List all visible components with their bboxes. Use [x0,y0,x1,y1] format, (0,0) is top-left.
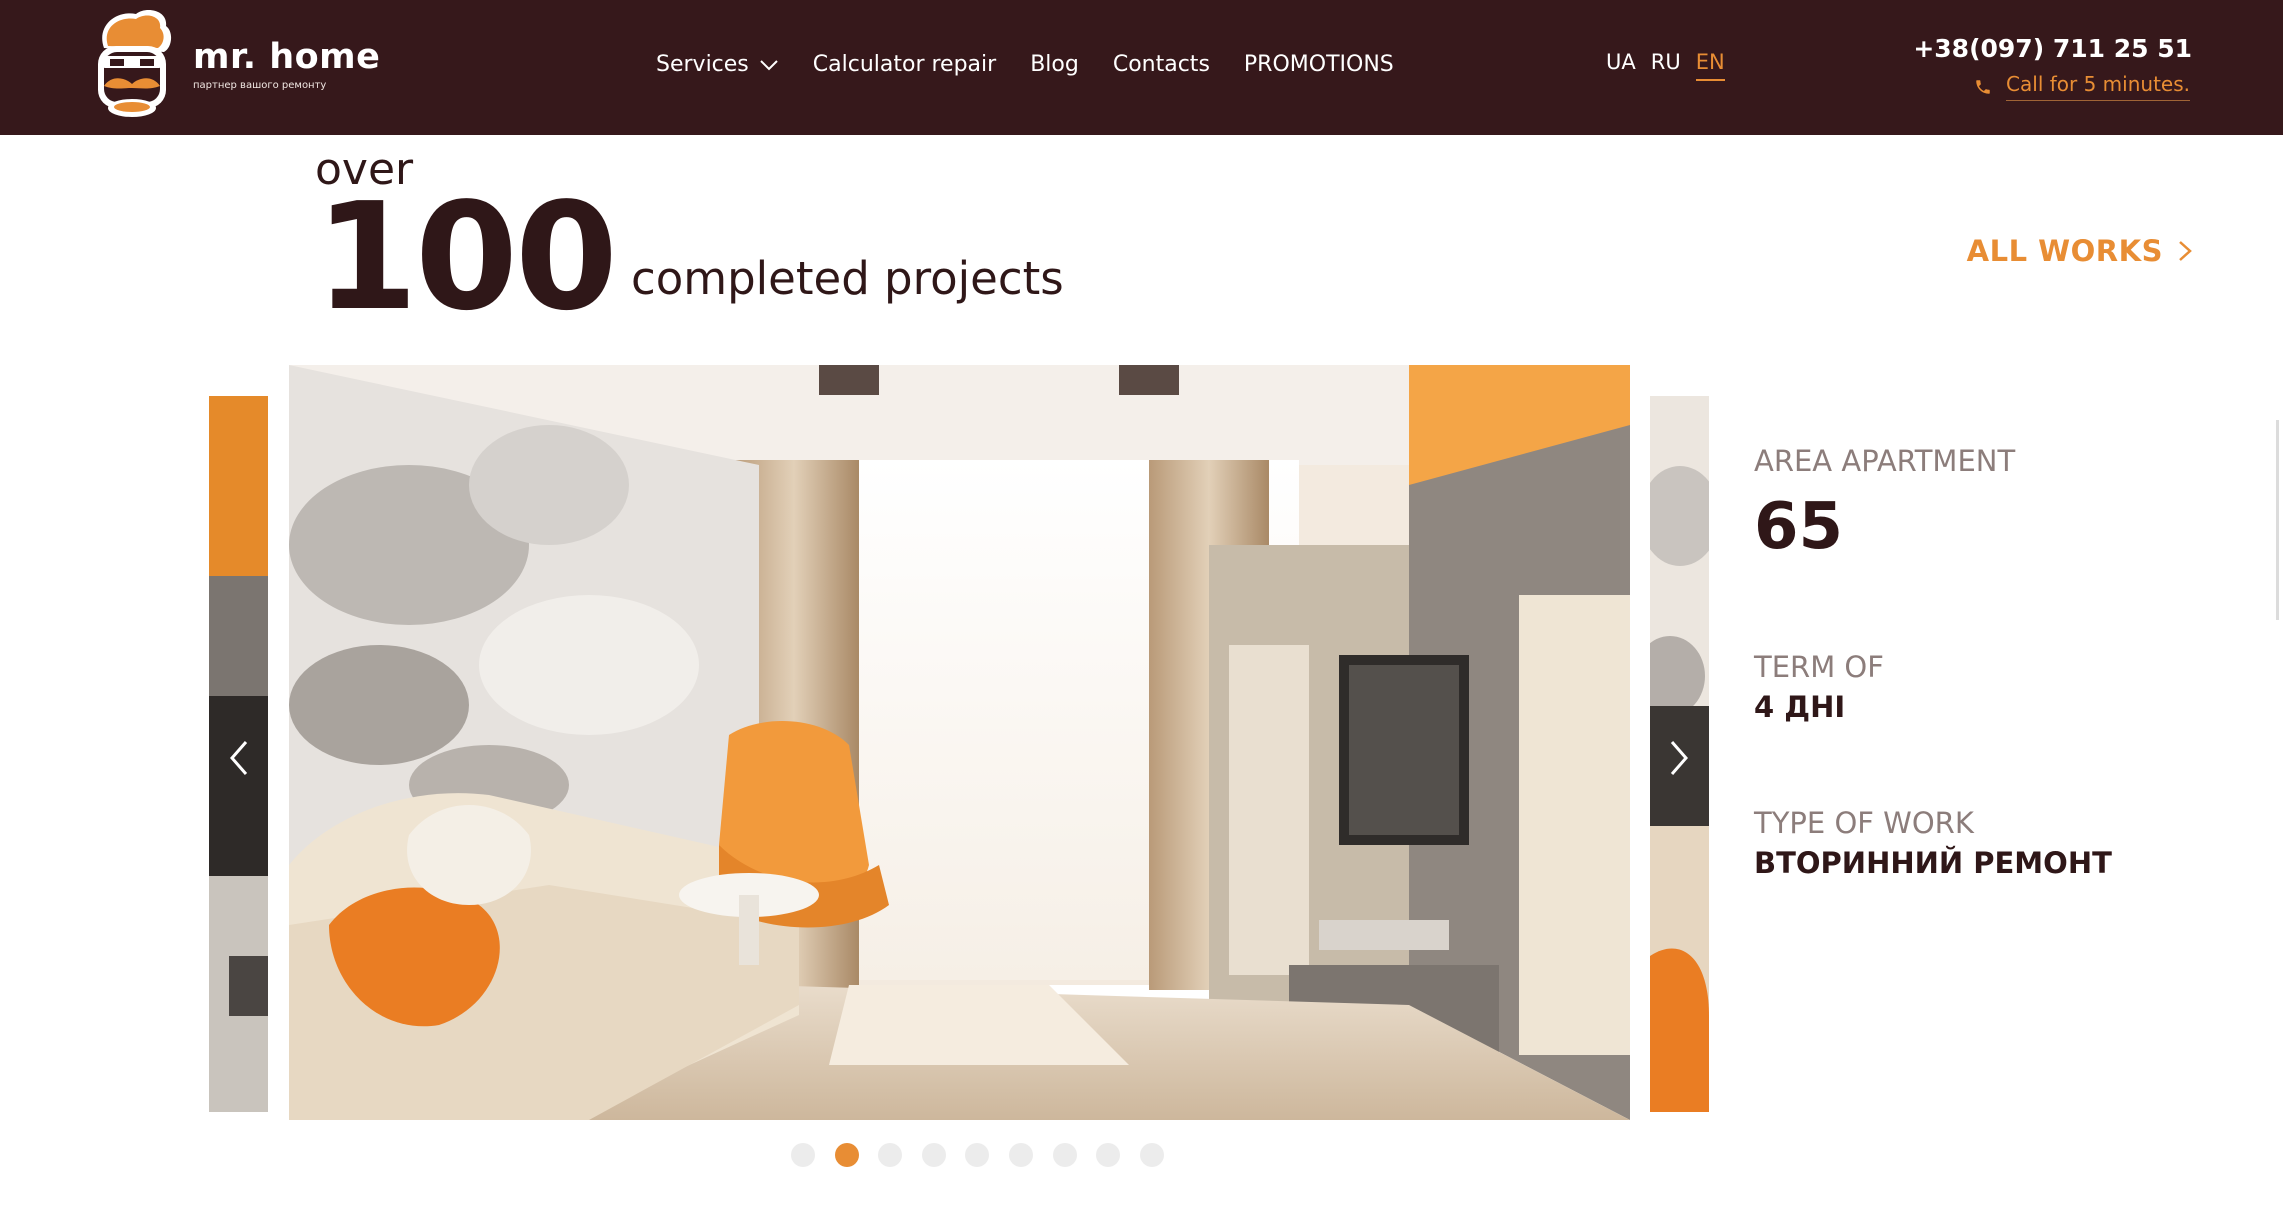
slider-dot[interactable] [791,1143,815,1167]
current-slide[interactable] [289,365,1630,1120]
nav-services[interactable]: Services [656,52,779,77]
chevron-left-icon[interactable] [228,738,250,778]
slider-dot[interactable] [1052,1143,1077,1167]
callback-label: Call for 5 minutes. [2006,72,2190,101]
slider-dot[interactable] [921,1143,946,1167]
brand-name: mr. home [193,37,381,77]
nav-calculator-repair[interactable]: Calculator repair [813,52,996,77]
phone-number[interactable]: +38(097) 711 25 51 [1913,34,2192,63]
chevron-right-icon[interactable] [1668,738,1690,778]
slider-dot[interactable] [965,1143,990,1167]
slider-dot[interactable] [1096,1143,1121,1167]
lang-en[interactable]: EN [1695,50,1725,81]
site-header: mr. home партнер вашого ремонту Services… [0,0,2283,135]
nav-promotions[interactable]: PROMOTIONS [1244,52,1394,77]
nav-blog[interactable]: Blog [1030,52,1079,77]
hero-subtitle: completed projects [631,252,1064,305]
slider-dot[interactable] [834,1143,859,1167]
term-label: TERM OF [1754,650,1884,684]
lang-ua[interactable]: UA [1606,50,1636,81]
projects-count: 100 [315,171,618,343]
term-value: 4 ДНІ [1754,690,1846,724]
phone-icon [1976,79,1990,94]
chevron-down-icon [760,59,778,70]
work-type-label: TYPE OF WORK [1754,806,1974,840]
page-scrollbar[interactable] [2276,420,2279,620]
area-value: 65 [1754,490,1844,564]
slider-dot[interactable] [878,1143,903,1167]
logo-mascot-icon[interactable] [86,8,178,120]
nav-services-label: Services [656,52,749,77]
slider-dot[interactable] [1008,1143,1033,1167]
main-nav: Services Calculator repair Blog Contacts… [656,52,1428,77]
lang-ru[interactable]: RU [1651,50,1681,81]
brand-tagline: партнер вашого ремонту [193,80,327,91]
room-interior-photo [289,365,1630,1120]
chevron-right-icon [2179,241,2192,261]
work-type-value: ВТОРИННИЙ РЕМОНТ [1754,846,2112,880]
nav-contacts[interactable]: Contacts [1113,52,1210,77]
language-switcher: UA RU EN [1606,50,1740,81]
callback-link[interactable]: Call for 5 minutes. [1974,72,2190,101]
slider-dot[interactable] [1139,1143,1164,1167]
brand[interactable]: mr. home партнер вашого ремонту [193,37,381,92]
area-label: AREA APARTMENT [1754,444,2016,478]
all-works-label: ALL WORKS [1966,234,2163,268]
slider-pagination [791,1143,1183,1167]
all-works-link[interactable]: ALL WORKS [1967,234,2193,268]
